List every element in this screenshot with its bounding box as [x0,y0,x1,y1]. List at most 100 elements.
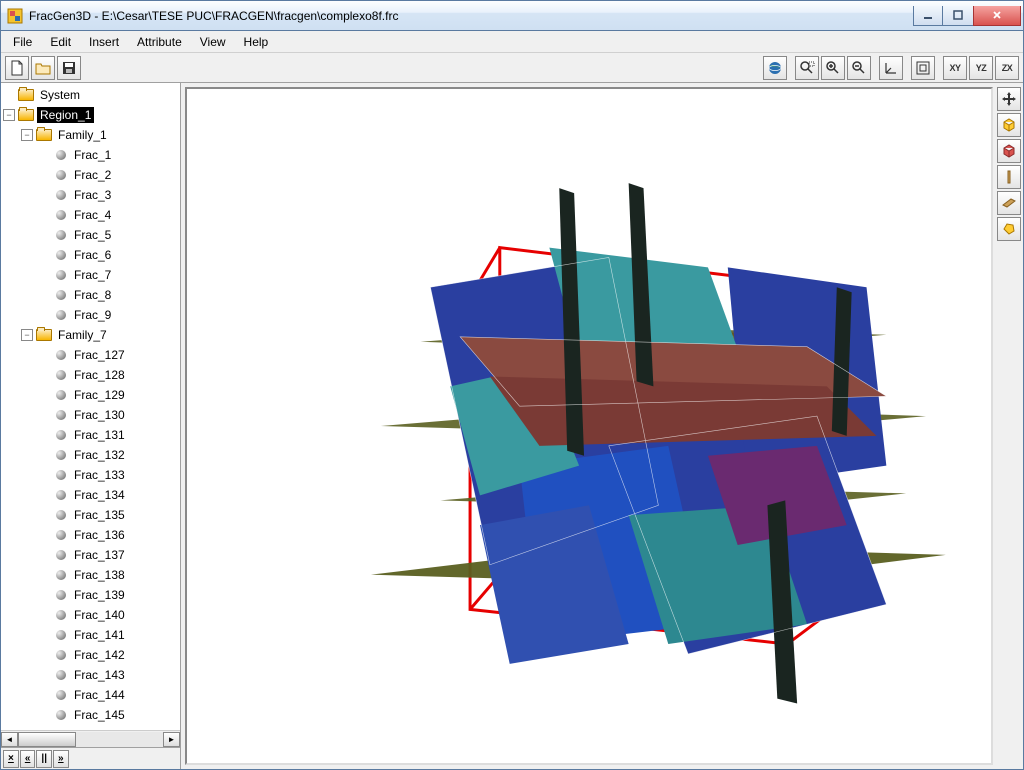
sphere-icon [56,290,66,300]
tree-view[interactable]: System−Region_1−Family_1Frac_1 Frac_2 Frac… [1,83,180,730]
playback-forward-button[interactable]: » [53,750,69,768]
tree-spacer [39,649,51,661]
plane-tool-button[interactable] [997,191,1021,215]
tree-spacer [39,589,51,601]
scroll-thumb[interactable] [18,732,76,747]
tree-node-fracture[interactable]: Frac_141 [3,625,178,645]
tree-label: Frac_128 [71,367,128,383]
menu-view[interactable]: View [192,33,234,51]
folder-icon [36,329,52,341]
tree-node-family[interactable]: −Family_1 [3,125,178,145]
scroll-right-button[interactable]: ► [163,732,180,747]
expander-icon[interactable]: − [3,109,15,121]
tree-node-fracture[interactable]: Frac_145 [3,705,178,725]
tree-node-fracture[interactable]: Frac_129 [3,385,178,405]
zoom-out-button[interactable] [847,56,871,80]
tree-node-fracture[interactable]: Frac_132 [3,445,178,465]
tree-label: Frac_139 [71,587,128,603]
minimize-button[interactable] [913,6,943,26]
tree-node-fracture[interactable]: Frac_5 [3,225,178,245]
line-tool-button[interactable] [997,165,1021,189]
tree-node-fracture[interactable]: Frac_133 [3,465,178,485]
move-tool-button[interactable] [997,87,1021,111]
sphere-icon [56,530,66,540]
tree-node-fracture[interactable]: Frac_144 [3,685,178,705]
globe-button[interactable] [763,56,787,80]
menu-help[interactable]: Help [236,33,277,51]
playback-rewind-button[interactable]: « [20,750,36,768]
sphere-icon [56,630,66,640]
sphere-icon [56,170,66,180]
tree-spacer [39,369,51,381]
tree-node-fracture[interactable]: Frac_8 [3,285,178,305]
tree-node-fracture[interactable]: Frac_143 [3,665,178,685]
tree-label: Frac_2 [71,167,114,183]
tree-node-fracture[interactable]: Frac_3 [3,185,178,205]
tree-node-fracture[interactable]: Frac_1 [3,145,178,165]
playback-close-button[interactable]: × [3,750,19,768]
menu-insert[interactable]: Insert [81,33,127,51]
sphere-icon [56,190,66,200]
tree-label: Frac_137 [71,547,128,563]
menu-file[interactable]: File [5,33,40,51]
tree-spacer [39,489,51,501]
fit-button[interactable] [911,56,935,80]
menu-attribute[interactable]: Attribute [129,33,190,51]
window-controls [913,6,1021,26]
zoom-in-button[interactable] [821,56,845,80]
tree-node-region[interactable]: −Region_1 [3,105,178,125]
tree-node-fracture[interactable]: Frac_127 [3,345,178,365]
tree-node-fracture[interactable]: Frac_138 [3,565,178,585]
open-file-button[interactable] [31,56,55,80]
tree-node-fracture[interactable]: Frac_131 [3,425,178,445]
tree-node-fracture[interactable]: Frac_139 [3,585,178,605]
scene-3d-icon [187,89,991,763]
axes-button[interactable] [879,56,903,80]
tree-label: Frac_136 [71,527,128,543]
tree-spacer [39,189,51,201]
maximize-button[interactable] [943,6,973,26]
scroll-left-button[interactable]: ◄ [1,732,18,747]
new-file-button[interactable] [5,56,29,80]
save-file-button[interactable] [57,56,81,80]
tree-label: Frac_3 [71,187,114,203]
tree-label: Frac_130 [71,407,128,423]
tree-label: Frac_141 [71,627,128,643]
tree-label: Frac_131 [71,427,128,443]
tree-node-fracture[interactable]: Frac_142 [3,645,178,665]
tree-node-fracture[interactable]: Frac_2 [3,165,178,185]
tree-node-fracture[interactable]: Frac_134 [3,485,178,505]
expander-icon[interactable]: − [21,129,33,141]
sphere-icon [56,450,66,460]
tree-node-fracture[interactable]: Frac_6 [3,245,178,265]
sidebar-h-scrollbar[interactable]: ◄ ► [1,730,180,747]
close-button[interactable] [973,6,1021,26]
scroll-track[interactable] [18,732,163,747]
menu-edit[interactable]: Edit [42,33,79,51]
tree-node-fracture[interactable]: Frac_140 [3,605,178,625]
view-xy-button[interactable]: XY [943,56,967,80]
tree-node-fracture[interactable]: Frac_136 [3,525,178,545]
view-zx-button[interactable]: ZX [995,56,1019,80]
bbox-tool-button[interactable] [997,113,1021,137]
playback-pause-button[interactable]: || [36,750,52,768]
tree-node-fracture[interactable]: Frac_9 [3,305,178,325]
tree-node-fracture[interactable]: Frac_130 [3,405,178,425]
region-tool-button[interactable] [997,139,1021,163]
expander-icon[interactable]: − [21,329,33,341]
tree-node-fracture[interactable]: Frac_137 [3,545,178,565]
tree-node-fracture[interactable]: Frac_4 [3,205,178,225]
tree-node-family[interactable]: −Family_7 [3,325,178,345]
tree-node-system[interactable]: System [3,85,178,105]
titlebar: FracGen3D - E:\Cesar\TESE PUC\FRACGEN\fr… [1,1,1023,31]
fracture-tool-button[interactable] [997,217,1021,241]
viewport-3d[interactable] [185,87,993,765]
sphere-icon [56,470,66,480]
sphere-icon [56,230,66,240]
zoom-window-button[interactable] [795,56,819,80]
view-yz-button[interactable]: YZ [969,56,993,80]
tree-node-fracture[interactable]: Frac_7 [3,265,178,285]
tree-node-fracture[interactable]: Frac_135 [3,505,178,525]
sphere-icon [56,590,66,600]
tree-node-fracture[interactable]: Frac_128 [3,365,178,385]
